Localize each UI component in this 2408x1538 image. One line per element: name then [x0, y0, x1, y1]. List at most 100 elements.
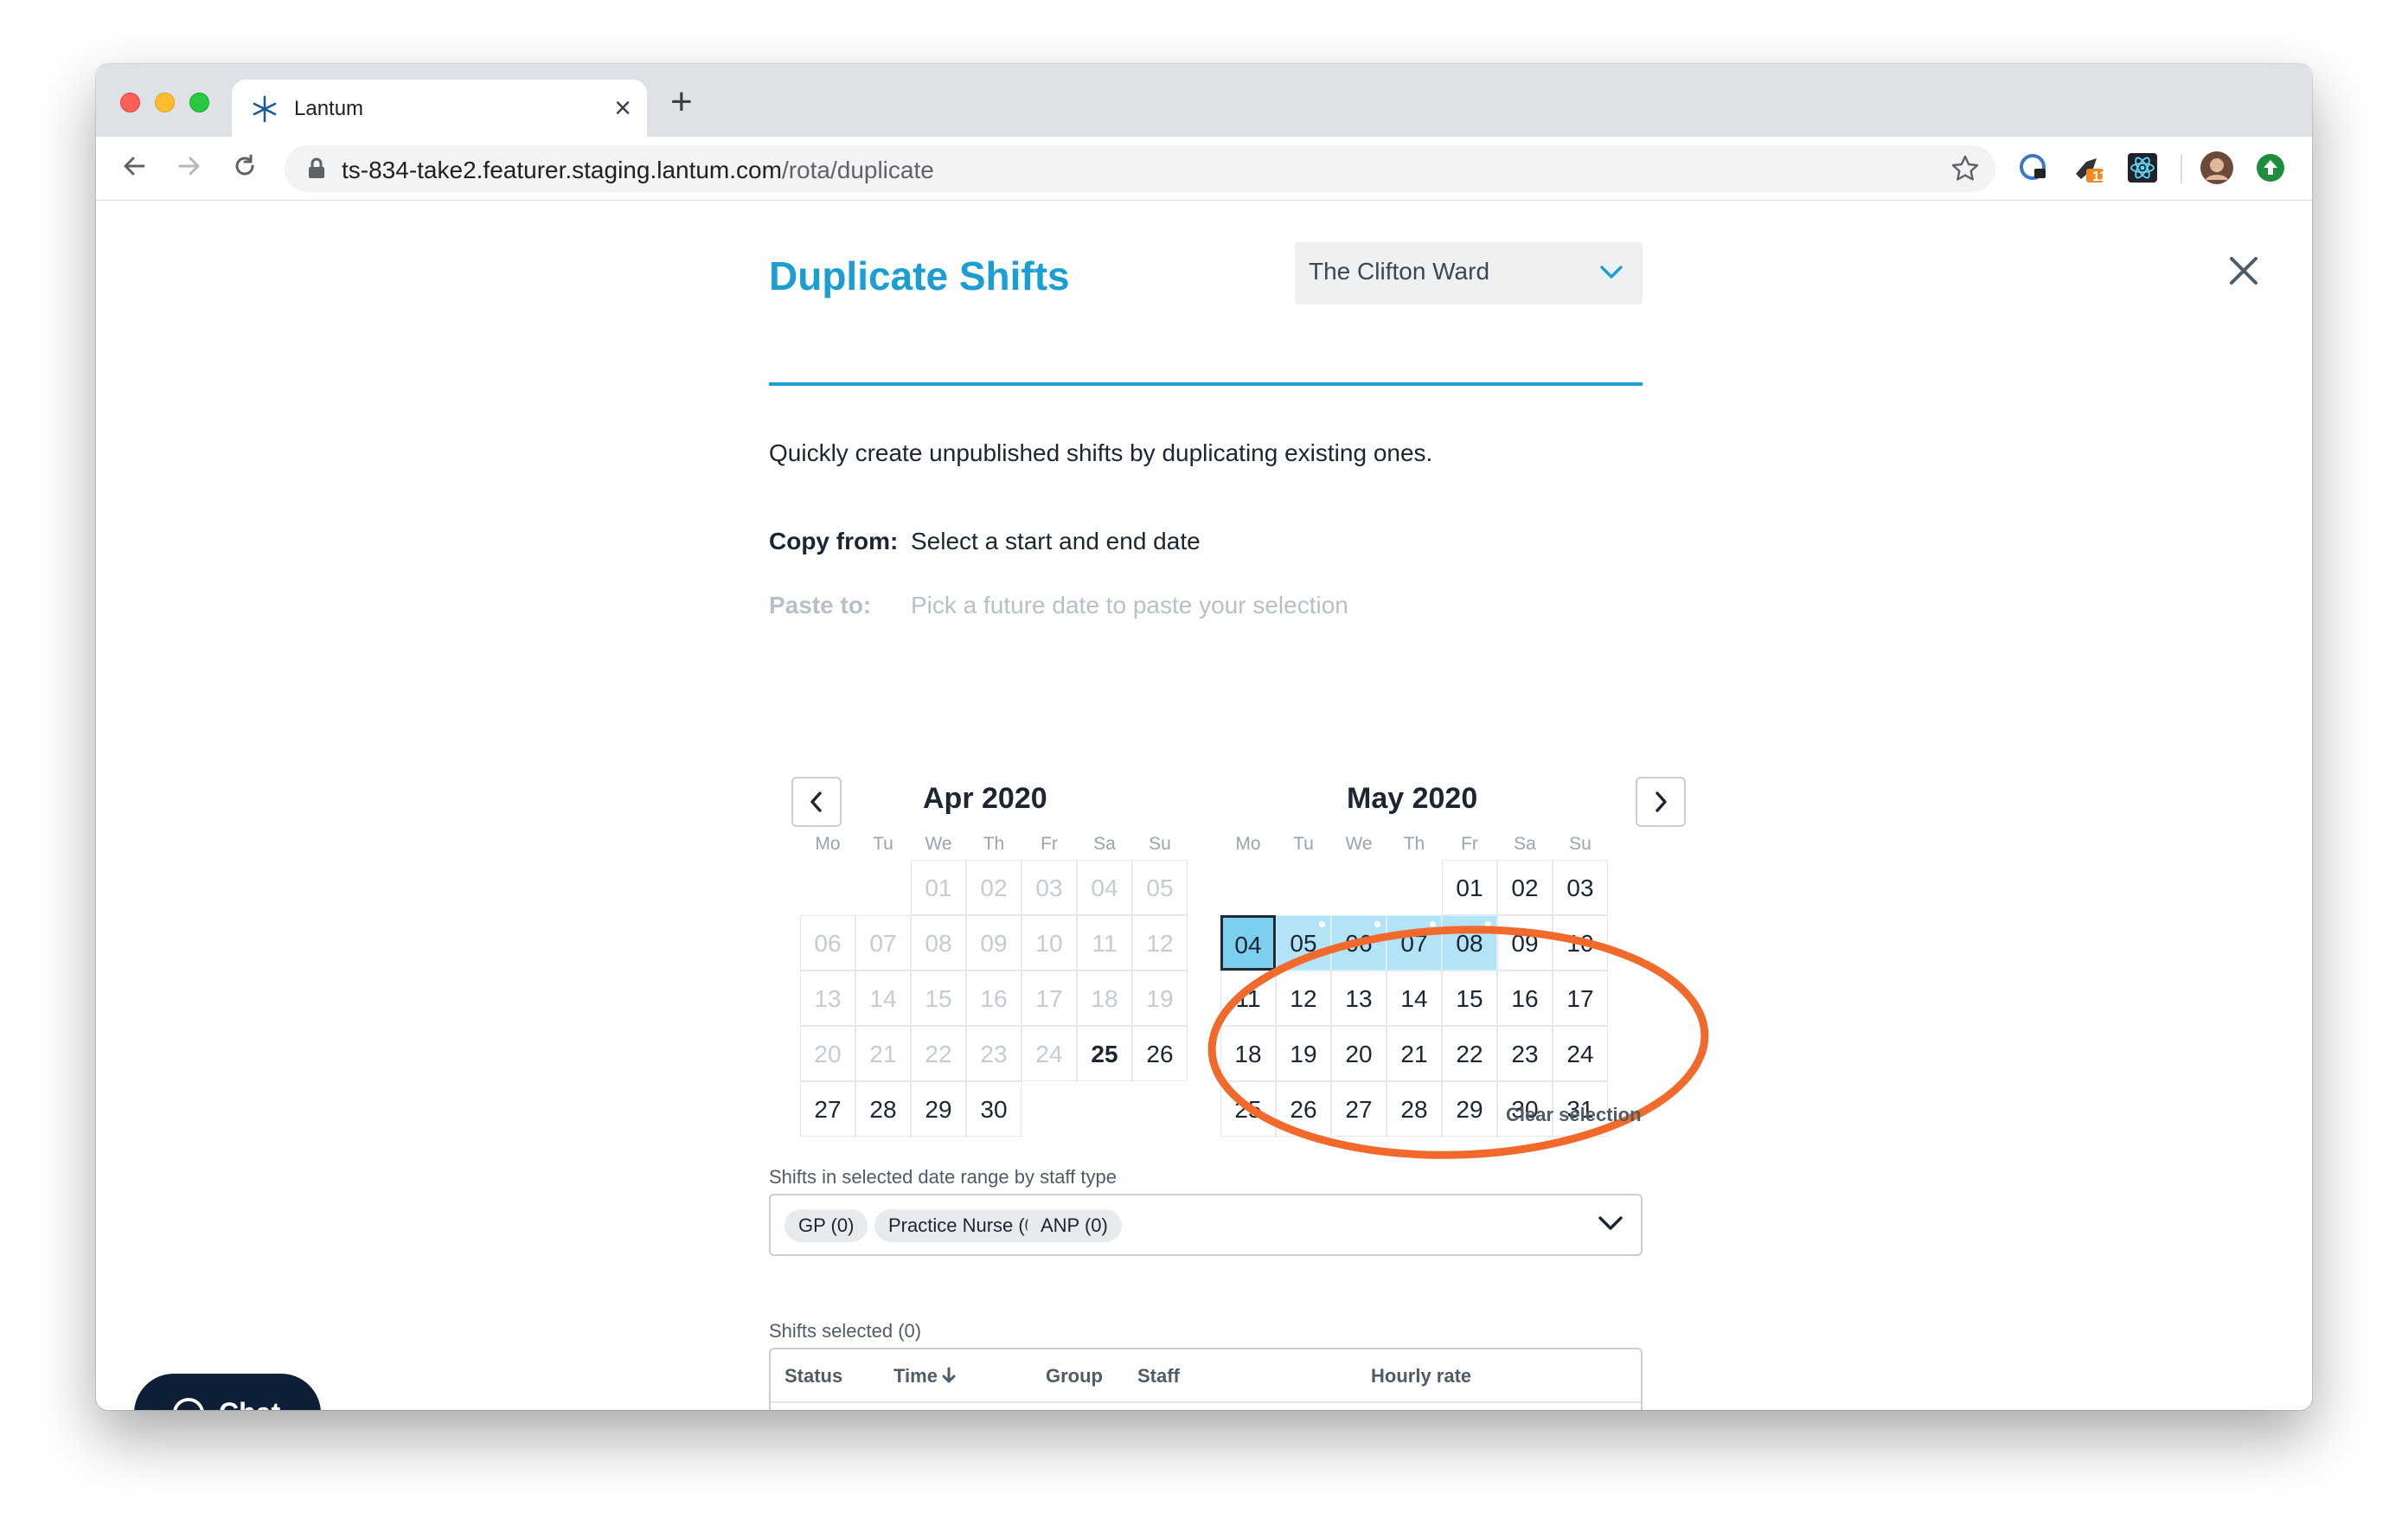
shift-indicator-dot	[1374, 921, 1380, 927]
calendar-day[interactable]: 01	[1442, 860, 1497, 915]
header-staff[interactable]: Staff	[1137, 1365, 1180, 1387]
header-status[interactable]: Status	[785, 1365, 842, 1387]
chevron-left-icon	[810, 791, 822, 812]
browser-window: Lantum × + ts-834-take2.featurer.staging…	[96, 64, 2312, 1410]
react-devtools-icon[interactable]	[2125, 151, 2160, 185]
calendar-day[interactable]: 30	[966, 1081, 1021, 1137]
tab-strip: Lantum × +	[96, 64, 2312, 137]
calendar-day[interactable]: 25	[1220, 1081, 1276, 1137]
calendar-day[interactable]: 15	[1442, 971, 1497, 1026]
calendar-day[interactable]: 16	[1497, 971, 1553, 1026]
calendar-day[interactable]: 13	[1331, 971, 1387, 1026]
profile-avatar[interactable]	[2200, 151, 2234, 185]
weekday-label: Fr	[1461, 834, 1478, 854]
calendar-day[interactable]: 14	[1387, 971, 1442, 1026]
title-underline	[769, 382, 1643, 386]
calendar-day[interactable]: 26	[1276, 1081, 1331, 1137]
calendar-day[interactable]: 06	[1331, 915, 1387, 971]
weekday-label: Tu	[873, 834, 893, 854]
calendar-day: 15	[911, 971, 966, 1026]
chip-anp[interactable]: ANP (0)	[1027, 1209, 1122, 1242]
copy-from-row: Copy from: Select a start and end date	[769, 528, 1201, 555]
calendar-day[interactable]: 03	[1553, 860, 1608, 915]
shift-indicator-dot	[1430, 921, 1436, 927]
calendar-day[interactable]: 10	[1553, 915, 1608, 971]
password-extension-icon[interactable]	[2016, 151, 2051, 185]
calendar-day[interactable]: 02	[1497, 860, 1553, 915]
staff-type-select[interactable]: GP (0) Practice Nurse (0) ANP (0)	[769, 1194, 1643, 1256]
intro-text: Quickly create unpublished shifts by dup…	[769, 439, 1433, 466]
calendar-day: 12	[1132, 915, 1188, 971]
calendar-day: 16	[966, 971, 1021, 1026]
reload-icon[interactable]	[226, 147, 264, 185]
calendar-day[interactable]: 04	[1220, 915, 1276, 971]
shifts-table: Status Time Group Staff Hourly rate	[769, 1348, 1643, 1410]
paste-to-row: Paste to: Pick a future date to paste yo…	[769, 592, 1348, 619]
header-time[interactable]: Time	[893, 1365, 957, 1387]
address-bar[interactable]: ts-834-take2.featurer.staging.lantum.com…	[285, 145, 1995, 192]
calendar-day[interactable]: 27	[1331, 1081, 1387, 1137]
bookmark-star-icon[interactable]	[1950, 154, 1980, 183]
header-group[interactable]: Group	[1046, 1365, 1103, 1387]
new-tab-button[interactable]: +	[670, 83, 693, 121]
month-title-apr: Apr 2020	[923, 782, 1047, 815]
calendar-day: 23	[966, 1026, 1021, 1081]
close-window-button[interactable]	[120, 93, 140, 112]
calendar-day: 18	[1077, 971, 1132, 1026]
calendar-day[interactable]: 29	[1442, 1081, 1497, 1137]
calendar-day[interactable]: 18	[1220, 1026, 1276, 1081]
header-hourly-rate[interactable]: Hourly rate	[1371, 1365, 1471, 1387]
close-icon[interactable]	[2224, 251, 2264, 291]
calendar-day[interactable]: 27	[800, 1081, 855, 1137]
calendar-day[interactable]: 23	[1497, 1026, 1553, 1081]
month-title-may: May 2020	[1347, 782, 1478, 815]
browser-tab[interactable]: Lantum ×	[232, 80, 647, 137]
calendar-day[interactable]: 05	[1276, 915, 1331, 971]
calendar-day[interactable]: 07	[1387, 915, 1442, 971]
calendar-day[interactable]: 17	[1553, 971, 1608, 1026]
calendar-day: 14	[855, 971, 911, 1026]
calendar-day[interactable]: 22	[1442, 1026, 1497, 1081]
calendar-day[interactable]: 24	[1553, 1026, 1608, 1081]
calendar-day[interactable]: 20	[1331, 1026, 1387, 1081]
calendar-day[interactable]: 09	[1497, 915, 1553, 971]
back-icon[interactable]	[115, 147, 153, 185]
chevron-right-icon	[1656, 791, 1667, 812]
next-month-button[interactable]	[1636, 777, 1686, 827]
weekday-label: Sa	[1093, 834, 1116, 854]
calendar-day[interactable]: 19	[1276, 1026, 1331, 1081]
calendar-day: 05	[1132, 860, 1188, 915]
calendar-day: 10	[1021, 915, 1077, 971]
previous-month-button[interactable]	[791, 777, 842, 827]
calendar-day: 19	[1132, 971, 1188, 1026]
chat-button[interactable]: Chat	[134, 1374, 321, 1410]
calendar-day[interactable]: 29	[911, 1081, 966, 1137]
chip-gp[interactable]: GP (0)	[785, 1209, 868, 1242]
weekday-label: We	[1345, 834, 1373, 854]
chevron-down-icon	[1598, 1216, 1623, 1230]
weekday-label: Tu	[1293, 834, 1314, 854]
url-text: ts-834-take2.featurer.staging.lantum.com…	[342, 157, 934, 183]
calendar-day[interactable]: 08	[1442, 915, 1497, 971]
rocket-extension-icon[interactable]: 11	[2072, 151, 2107, 185]
calendar-day[interactable]: 12	[1276, 971, 1331, 1026]
calendar-day[interactable]: 21	[1387, 1026, 1442, 1081]
chat-label: Chat	[219, 1397, 280, 1410]
maximize-window-button[interactable]	[189, 93, 209, 112]
clear-selection-link[interactable]: Clear selection	[1506, 1104, 1642, 1126]
calendar-day[interactable]: 11	[1220, 971, 1276, 1026]
forward-icon[interactable]	[170, 147, 208, 185]
ward-select[interactable]: The Clifton Ward	[1295, 242, 1643, 304]
calendar-day[interactable]: 28	[1387, 1081, 1442, 1137]
calendar-day[interactable]: 26	[1132, 1026, 1188, 1081]
tab-close-icon[interactable]: ×	[614, 92, 631, 125]
calendar-day[interactable]: 28	[855, 1081, 911, 1137]
calendar-day: 06	[800, 915, 855, 971]
calendar-day: 01	[911, 860, 966, 915]
minimize-window-button[interactable]	[155, 93, 175, 112]
shifts-range-label: Shifts in selected date range by staff t…	[769, 1166, 1117, 1188]
update-icon[interactable]	[2253, 151, 2288, 185]
lantum-star-icon	[253, 95, 277, 123]
weekday-label: Mo	[1235, 834, 1261, 854]
calendar-day[interactable]: 25	[1077, 1026, 1132, 1081]
